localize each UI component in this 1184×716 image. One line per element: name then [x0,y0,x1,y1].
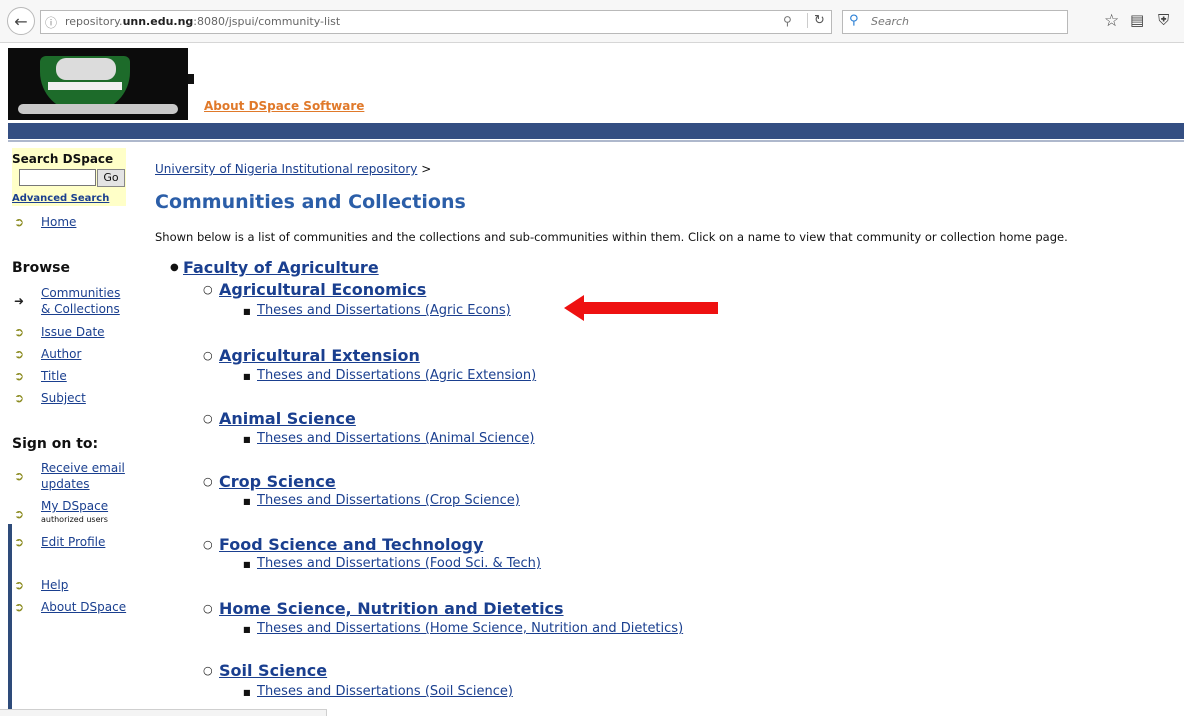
browse-communities-link[interactable]: Communities [41,286,120,300]
header-divider [8,140,1184,142]
circle-arrow-icon: ➲ [14,325,25,339]
page-title: Communities and Collections [155,191,466,213]
sub-bullet: ○ [203,412,213,425]
intro-text: Shown below is a list of communities and… [155,230,1068,244]
logo-edge [188,74,194,84]
collection-bullet: ■ [243,560,251,569]
address-bar[interactable]: ⓘ repository.unn.edu.ng:8080/jspui/commu… [40,10,832,34]
site-info-icon[interactable]: ⓘ [45,14,57,31]
sub-bullet: ○ [203,602,213,615]
circle-arrow-icon: ➲ [14,578,25,592]
bookmark-star-icon[interactable]: ☆ [1104,11,1119,31]
university-logo[interactable] [8,48,188,120]
browse-subject-link[interactable]: Subject [41,391,86,405]
url-path: :8080/jspui/community-list [193,15,341,28]
browse-author-link[interactable]: Author [41,347,81,361]
authorized-users-note: authorized users [41,515,108,524]
collection-bullet: ■ [243,688,251,697]
collection-bullet: ■ [243,372,251,381]
reading-list-icon[interactable]: ▤ [1130,11,1144,29]
about-dspace-software-link[interactable]: About DSpace Software [204,99,364,113]
subcommunity-link[interactable]: Food Science and Technology [219,535,483,554]
browser-search-input[interactable]: ⚲ Search [842,10,1068,34]
url-domain: unn.edu.ng [122,15,194,28]
sub-bullet: ○ [203,283,213,296]
collection-link[interactable]: Theses and Dissertations (Home Science, … [257,621,683,636]
pocket-icon[interactable]: ⛨ [1158,11,1169,29]
receive-email-updates-link[interactable]: updates [41,477,90,491]
about-dspace-link[interactable]: About DSpace [41,600,126,614]
url-prefix: repository. [65,15,123,28]
community-faculty-of-agriculture[interactable]: Faculty of Agriculture [183,258,379,277]
collection-link[interactable]: Theses and Dissertations (Agric Econs) [257,303,511,318]
circle-arrow-icon: ➲ [14,347,25,361]
window-edge-bar [8,524,12,715]
browse-issue-date-link[interactable]: Issue Date [41,325,105,339]
collection-link[interactable]: Theses and Dissertations (Soil Science) [257,684,513,699]
breadcrumb-link[interactable]: University of Nigeria Institutional repo… [155,162,417,176]
url-text[interactable]: repository.unn.edu.ng:8080/jspui/communi… [65,15,340,28]
subcommunity-link[interactable]: Home Science, Nutrition and Dietetics [219,599,564,618]
circle-arrow-icon: ➲ [14,391,25,405]
sub-bullet: ○ [203,349,213,362]
collection-bullet: ■ [243,307,251,316]
breadcrumb-separator: > [421,162,432,176]
reload-icon[interactable]: ↻ [807,13,825,28]
header-band [8,123,1184,139]
my-dspace-link[interactable]: My DSpace [41,499,108,513]
circle-arrow-icon: ➲ [14,369,25,383]
sidebar-search-input[interactable] [19,169,96,186]
pin-icon[interactable]: ⚲ [783,14,792,28]
back-arrow-icon[interactable]: ← [7,7,35,35]
subcommunity-link[interactable]: Agricultural Extension [219,346,420,365]
red-arrow-icon [564,295,718,321]
circle-arrow-icon: ➲ [14,600,25,614]
list-bullet: ● [170,262,179,273]
collection-link[interactable]: Theses and Dissertations (Agric Extensio… [257,368,536,383]
collection-link[interactable]: Theses and Dissertations (Food Sci. & Te… [257,556,541,571]
logo-ribbon [18,104,178,114]
subcommunity-link[interactable]: Animal Science [219,409,356,428]
advanced-search-link[interactable]: Advanced Search [12,193,109,204]
subcommunity-link[interactable]: Soil Science [219,661,327,680]
help-link[interactable]: Help [41,578,68,592]
current-arrow-icon: ➜ [14,294,25,308]
subcommunity-link[interactable]: Crop Science [219,472,336,491]
breadcrumb: University of Nigeria Institutional repo… [155,162,431,176]
browse-title-link[interactable]: Title [41,369,67,383]
search-dspace-heading: Search DSpace [12,152,114,166]
collection-link[interactable]: Theses and Dissertations (Crop Science) [257,493,520,508]
search-placeholder: Search [871,15,910,28]
logo-lion [56,58,116,80]
circle-arrow-icon: ➲ [14,215,25,229]
sub-bullet: ○ [203,475,213,488]
collection-link[interactable]: Theses and Dissertations (Animal Science… [257,431,534,446]
collection-bullet: ■ [243,497,251,506]
go-button[interactable]: Go [97,169,125,187]
browse-collections-link[interactable]: & Collections [41,302,120,316]
home-link[interactable]: Home [41,215,76,229]
browse-heading: Browse [12,260,70,276]
collection-bullet: ■ [243,625,251,634]
circle-arrow-icon: ➲ [14,469,25,483]
edit-profile-link[interactable]: Edit Profile [41,535,105,549]
collection-bullet: ■ [243,435,251,444]
sign-on-heading: Sign on to: [12,436,99,452]
sub-bullet: ○ [203,538,213,551]
sub-bullet: ○ [203,664,213,677]
search-engine-icon: ⚲ [849,13,859,28]
circle-arrow-icon: ➲ [14,507,25,521]
receive-email-link[interactable]: Receive email [41,461,125,475]
circle-arrow-icon: ➲ [14,535,25,549]
logo-band [48,82,122,90]
subcommunity-link[interactable]: Agricultural Economics [219,280,426,299]
